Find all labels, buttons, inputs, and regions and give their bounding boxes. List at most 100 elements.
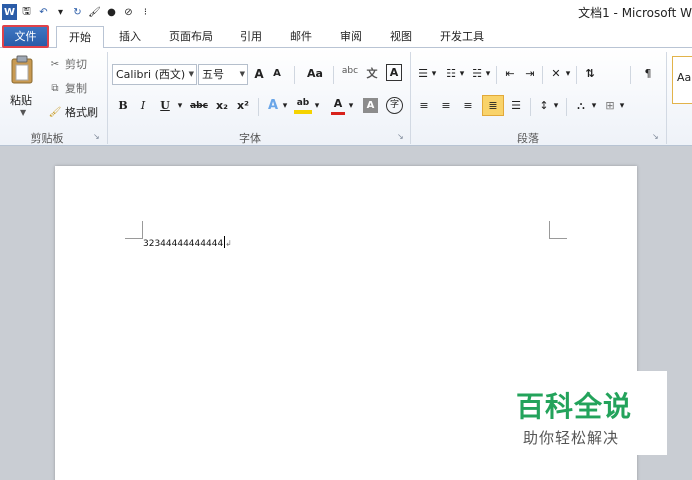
highlight-button[interactable]: ab: [294, 96, 312, 114]
font-color-button[interactable]: A: [331, 96, 345, 115]
align-left-icon[interactable]: ≡: [416, 96, 432, 116]
title-bar: W 🖫 ↶ ▾ ↻ 🖌 ● ⊘ ⁝ 文档1 - Microsoft W: [0, 0, 692, 24]
word-app-icon[interactable]: W: [2, 4, 17, 20]
divider: [258, 98, 259, 116]
chevron-down-icon[interactable]: ▾: [313, 96, 321, 116]
paragraph-launcher-icon[interactable]: ↘: [652, 132, 659, 141]
document-text[interactable]: 32344444444444 ↲: [143, 236, 232, 249]
redo-icon[interactable]: ↻: [70, 4, 85, 20]
format-painter-qat-icon[interactable]: 🖌: [87, 4, 102, 20]
subscript-button[interactable]: x₂: [214, 96, 230, 116]
copy-label: 复制: [65, 82, 87, 95]
paste-dropdown-icon[interactable]: ▼: [20, 108, 26, 117]
numbering-icon[interactable]: ☷: [444, 64, 458, 84]
tab-review[interactable]: 审阅: [333, 26, 369, 48]
tab-references[interactable]: 引用: [233, 26, 269, 48]
font-name-value: Calibri (西文): [116, 68, 186, 81]
clear-icon[interactable]: ⊘: [121, 4, 136, 20]
chevron-down-icon: ▼: [239, 70, 245, 78]
chevron-down-icon[interactable]: ▾: [281, 96, 289, 116]
font-name-combo[interactable]: Calibri (西文) ▼: [112, 64, 197, 85]
multilevel-list-icon[interactable]: ☵: [470, 64, 484, 84]
color-icon[interactable]: ●: [104, 4, 119, 20]
chevron-down-icon[interactable]: ▾: [458, 64, 466, 84]
divider: [630, 66, 631, 84]
align-center-icon[interactable]: ≡: [438, 96, 454, 116]
tab-insert[interactable]: 插入: [112, 26, 148, 48]
enclose-characters-button[interactable]: 字: [386, 97, 403, 114]
chevron-down-icon[interactable]: ▾: [484, 64, 492, 84]
line-spacing-icon[interactable]: ↕: [536, 96, 552, 116]
font-size-combo[interactable]: 五号 ▼: [198, 64, 248, 85]
divider: [542, 66, 543, 84]
group-divider: [107, 52, 108, 144]
window-title: 文档1 - Microsoft W: [578, 6, 692, 20]
clear-format-button[interactable]: abc: [340, 61, 360, 81]
clipboard-group-label: 剪贴板: [30, 132, 64, 145]
customize-qat-icon[interactable]: ⁝: [138, 4, 153, 20]
chevron-down-icon[interactable]: ▾: [564, 64, 572, 84]
change-case-button[interactable]: Aa: [302, 64, 328, 84]
text-effect-button[interactable]: A: [266, 96, 280, 116]
bullets-icon[interactable]: ☰: [416, 64, 430, 84]
tab-developer[interactable]: 开发工具: [434, 26, 490, 48]
character-border-button[interactable]: A: [386, 64, 402, 81]
show-formatting-icon[interactable]: ¶: [640, 64, 656, 84]
chevron-down-icon[interactable]: ▾: [618, 96, 626, 116]
italic-button[interactable]: I: [137, 96, 149, 116]
superscript-button[interactable]: x²: [235, 96, 251, 116]
increase-indent-icon[interactable]: ⇥: [522, 64, 538, 84]
grow-font-button[interactable]: A: [252, 64, 266, 84]
paragraph-mark: ↲: [225, 239, 232, 248]
group-divider: [410, 52, 411, 144]
watermark-logo: 百科全说 助你轻松解决: [509, 371, 667, 455]
shading-icon[interactable]: ⛬: [572, 96, 590, 116]
copy-icon: ⧉: [51, 82, 59, 94]
chevron-down-icon[interactable]: ▾: [552, 96, 560, 116]
chevron-down-icon[interactable]: ▾: [347, 96, 355, 116]
ribbon: 粘贴 ▼ ✂ 剪切 ⧉ 复制 🖌 格式刷 剪贴板 ↘ Calibri (西文) …: [0, 48, 692, 146]
ribbon-tab-row: 文件 开始 插入 页面布局 引用 邮件 审阅 视图 开发工具: [0, 24, 692, 49]
underline-button[interactable]: U: [158, 96, 172, 116]
sort-icon[interactable]: ⇅: [582, 64, 598, 84]
borders-icon[interactable]: ⊞: [602, 96, 618, 116]
cut-button[interactable]: ✂ 剪切: [48, 56, 87, 72]
format-painter-label: 格式刷: [65, 106, 98, 119]
divider: [333, 66, 334, 84]
strikethrough-button[interactable]: abc: [188, 96, 210, 116]
distributed-icon[interactable]: ☰: [508, 96, 524, 116]
tab-mailings[interactable]: 邮件: [283, 26, 319, 48]
divider: [566, 98, 567, 116]
chinese-layout-icon[interactable]: ✕: [548, 64, 564, 84]
bold-button[interactable]: B: [116, 96, 130, 116]
style-gallery-item[interactable]: Aa: [672, 56, 692, 104]
clipboard-launcher-icon[interactable]: ↘: [93, 132, 100, 141]
font-launcher-icon[interactable]: ↘: [397, 132, 404, 141]
align-right-icon[interactable]: ≡: [460, 96, 476, 116]
tab-page-layout[interactable]: 页面布局: [160, 26, 222, 48]
phonetic-guide-button[interactable]: 文: [362, 64, 382, 84]
paste-button[interactable]: 粘贴: [10, 92, 32, 108]
divider: [294, 66, 295, 84]
format-painter-button[interactable]: 🖌 格式刷: [48, 104, 98, 120]
save-icon[interactable]: 🖫: [19, 4, 34, 20]
shrink-font-button[interactable]: A: [271, 64, 283, 84]
justify-icon[interactable]: ≣: [482, 95, 504, 116]
chevron-down-icon[interactable]: ▾: [590, 96, 598, 116]
underline-dropdown-icon[interactable]: ▾: [175, 96, 185, 116]
font-group-label: 字体: [239, 132, 261, 145]
chevron-down-icon[interactable]: ▾: [430, 64, 438, 84]
font-size-value: 五号: [202, 68, 224, 81]
tab-view[interactable]: 视图: [383, 26, 419, 48]
divider: [496, 66, 497, 84]
tab-file[interactable]: 文件: [2, 25, 49, 48]
quick-access-toolbar: W 🖫 ↶ ▾ ↻ 🖌 ● ⊘ ⁝: [2, 3, 153, 21]
undo-icon[interactable]: ↶: [36, 4, 51, 20]
decrease-indent-icon[interactable]: ⇤: [502, 64, 518, 84]
chevron-down-icon: ▼: [188, 70, 194, 78]
copy-button[interactable]: ⧉ 复制: [48, 80, 87, 96]
character-shading-button[interactable]: A: [363, 98, 378, 113]
undo-dropdown-icon[interactable]: ▾: [53, 4, 68, 20]
tab-home[interactable]: 开始: [56, 26, 104, 49]
paste-icon[interactable]: [10, 54, 34, 84]
